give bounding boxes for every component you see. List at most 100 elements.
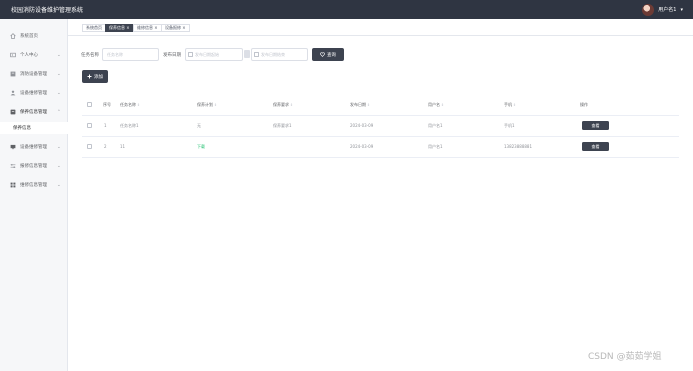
- cell-index: 1: [104, 123, 107, 128]
- column-header-label: 任务名称: [120, 102, 136, 107]
- sort-icon[interactable]: ⇕: [137, 103, 140, 107]
- avatar[interactable]: [642, 3, 655, 16]
- column-header[interactable]: 保养要求⇕: [273, 102, 293, 108]
- chevron-down-icon: ⌄: [57, 163, 61, 169]
- table-row: 2 11 下载 2024-03-09 用户名1 13823888881 查看: [82, 137, 679, 158]
- sidebar-item-profile[interactable]: 个人中心 ⌄: [0, 49, 68, 61]
- sort-icon[interactable]: ⇕: [214, 103, 217, 107]
- cell-task-name: 11: [120, 144, 126, 149]
- tab-home[interactable]: 系统首页: [82, 24, 106, 32]
- tab-repair-info[interactable]: 维修信息 ×: [133, 24, 162, 32]
- cell-date: 2024-03-09: [350, 144, 374, 149]
- cell-phone: 手机1: [504, 123, 515, 128]
- chevron-down-icon: ⌄: [57, 90, 61, 96]
- task-name-input[interactable]: 任务名称: [102, 48, 159, 61]
- sidebar-item-device-repair[interactable]: 设备维修管理 ⌄: [0, 141, 68, 153]
- date-start-placeholder: 发布日期起始: [195, 52, 219, 57]
- sidebar-item-home[interactable]: 系统首页: [0, 30, 68, 42]
- sort-icon[interactable]: ⇕: [290, 103, 293, 107]
- sidebar-item-maintenance-info[interactable]: 保养信息: [0, 122, 68, 134]
- chevron-down-icon: ⌄: [57, 144, 61, 150]
- maintenance-icon: [10, 109, 16, 115]
- person-icon: [10, 90, 16, 96]
- sidebar-item-equipment[interactable]: 消防设备管理 ⌄: [0, 68, 68, 80]
- plus-icon: [87, 74, 92, 79]
- heart-icon: [320, 52, 325, 57]
- column-header[interactable]: 发布日期⇕: [350, 102, 370, 108]
- column-header[interactable]: 手机⇕: [504, 102, 516, 108]
- view-button[interactable]: 查看: [582, 121, 609, 130]
- equipment-icon: [10, 71, 16, 77]
- download-link[interactable]: 下载: [197, 144, 205, 150]
- date-end-placeholder: 发布日期结束: [261, 52, 285, 57]
- date-end-input[interactable]: 发布日期结束: [251, 48, 308, 61]
- monitor-icon: [10, 144, 16, 150]
- row-checkbox[interactable]: [87, 123, 92, 128]
- column-header-label: 保养计划: [197, 102, 213, 107]
- date-range-separator-icon: [244, 50, 250, 58]
- sidebar-item-label: 消防设备管理: [20, 72, 47, 77]
- sidebar-item-report-info[interactable]: 报修信息管理 ⌄: [0, 160, 68, 172]
- sliders-icon: [10, 164, 16, 168]
- sidebar-item-label: 设备维修管理: [20, 91, 47, 96]
- chevron-down-icon: ⌄: [57, 71, 61, 77]
- select-all-checkbox[interactable]: [87, 102, 92, 107]
- user-menu[interactable]: 用户名1 ▾: [642, 3, 683, 16]
- column-header-label: 发布日期: [350, 102, 366, 107]
- add-button[interactable]: 添加: [82, 70, 108, 83]
- sidebar-item-repair-info[interactable]: 维修信息管理 ⌄: [0, 179, 68, 191]
- data-table: 序号 任务名称⇕ 保养计划⇕ 保养要求⇕ 发布日期⇕ 用户名⇕ 手机⇕ 操作 1…: [82, 95, 679, 159]
- column-header[interactable]: 用户名⇕: [428, 102, 444, 108]
- date-start-input[interactable]: 发布日期起始: [185, 48, 243, 61]
- sidebar-item-label: 个人中心: [20, 53, 38, 58]
- table-header-row: 序号 任务名称⇕ 保养计划⇕ 保养要求⇕ 发布日期⇕ 用户名⇕ 手机⇕ 操作: [82, 95, 679, 116]
- column-header[interactable]: 保养计划⇕: [197, 102, 217, 108]
- row-checkbox[interactable]: [87, 144, 92, 149]
- cell-phone: 13823888881: [504, 144, 532, 149]
- sidebar: 系统首页 个人中心 ⌄ 消防设备管理 ⌄ 设备维修管理 ⌄ 保养信息管理 ⌃ 保…: [0, 19, 68, 371]
- home-icon: [10, 33, 16, 39]
- sidebar-item-maintenance-info-mgmt[interactable]: 保养信息管理 ⌃: [0, 106, 68, 118]
- chevron-down-icon: ⌄: [57, 182, 61, 188]
- chevron-up-icon: ⌃: [57, 109, 61, 115]
- sidebar-item-label: 设备维修管理: [20, 145, 47, 150]
- column-header: 操作: [580, 102, 588, 107]
- add-button-label: 添加: [94, 74, 103, 80]
- tab-maintenance-info[interactable]: 保养信息 ×: [105, 24, 134, 32]
- view-button[interactable]: 查看: [582, 142, 609, 151]
- tab-device-report[interactable]: 设备报修 ×: [161, 24, 190, 32]
- task-name-label: 任务名称: [81, 53, 99, 58]
- chevron-down-icon[interactable]: ▾: [680, 7, 683, 13]
- sort-icon[interactable]: ⇕: [367, 103, 370, 107]
- calendar-icon: [254, 52, 259, 57]
- chevron-down-icon: ⌄: [57, 52, 61, 58]
- table-row: 1 任务名称1 无 保养要求1 2024-03-09 用户名1 手机1 查看: [82, 116, 679, 137]
- cell-task-name: 任务名称1: [120, 123, 139, 128]
- sidebar-item-repair-mgmt[interactable]: 设备维修管理 ⌄: [0, 87, 68, 99]
- sidebar-item-label: 保养信息管理: [20, 110, 47, 115]
- sort-icon[interactable]: ⇕: [441, 103, 444, 107]
- search-button[interactable]: 查询: [312, 48, 344, 61]
- cell-index: 2: [104, 144, 107, 149]
- top-bar: 校园消防设备维护管理系统 用户名1 ▾: [0, 0, 693, 19]
- user-card-icon: [10, 52, 16, 58]
- calendar-icon: [188, 52, 193, 57]
- cell-requirement: 保养要求1: [273, 123, 292, 128]
- column-header-label: 手机: [504, 102, 512, 107]
- app-title: 校园消防设备维护管理系统: [11, 7, 84, 14]
- sidebar-item-label: 系统首页: [20, 34, 38, 39]
- tabs-bar: 系统首页 保养信息 × 维修信息 × 设备报修 ×: [68, 19, 693, 36]
- column-header-label: 用户名: [428, 102, 440, 107]
- sidebar-item-label: 报修信息管理: [20, 164, 47, 169]
- sidebar-item-label: 维修信息管理: [20, 183, 47, 188]
- sort-icon[interactable]: ⇕: [513, 103, 516, 107]
- cell-date: 2024-03-09: [350, 123, 374, 128]
- cell-plan: 无: [197, 123, 201, 128]
- search-button-label: 查询: [327, 52, 336, 58]
- sidebar-item-label: 保养信息: [13, 126, 31, 131]
- publish-date-label: 发布日期: [163, 53, 181, 58]
- watermark: CSDN @茹茹学姐: [588, 352, 662, 362]
- column-header[interactable]: 任务名称⇕: [120, 102, 140, 108]
- user-name[interactable]: 用户名1: [658, 6, 676, 13]
- column-header: 序号: [103, 102, 111, 107]
